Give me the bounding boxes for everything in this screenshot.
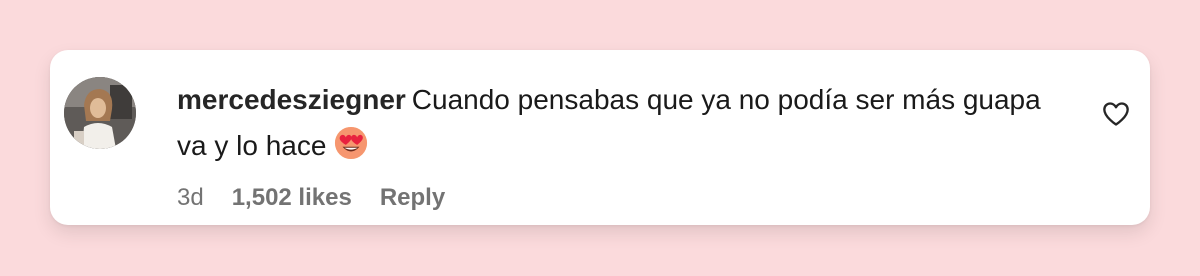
avatar[interactable] xyxy=(64,77,136,149)
username[interactable]: mercedesziegner xyxy=(177,84,406,115)
comment-card: mercedesziegner Cuando pensabas que ya no… xyxy=(50,50,1150,225)
timestamp: 3d xyxy=(177,184,204,211)
heart-outline-icon[interactable] xyxy=(1102,101,1130,127)
reply-button[interactable]: Reply xyxy=(380,184,445,212)
avatar-image xyxy=(64,77,136,149)
likes-count[interactable]: 1,502 likes xyxy=(232,184,352,212)
comment-meta: 3d 1,502 likes Reply xyxy=(177,184,445,212)
heart-eyes-emoji-icon xyxy=(335,126,368,160)
comment-body: mercedesziegner Cuando pensabas que ya no… xyxy=(177,77,1057,169)
